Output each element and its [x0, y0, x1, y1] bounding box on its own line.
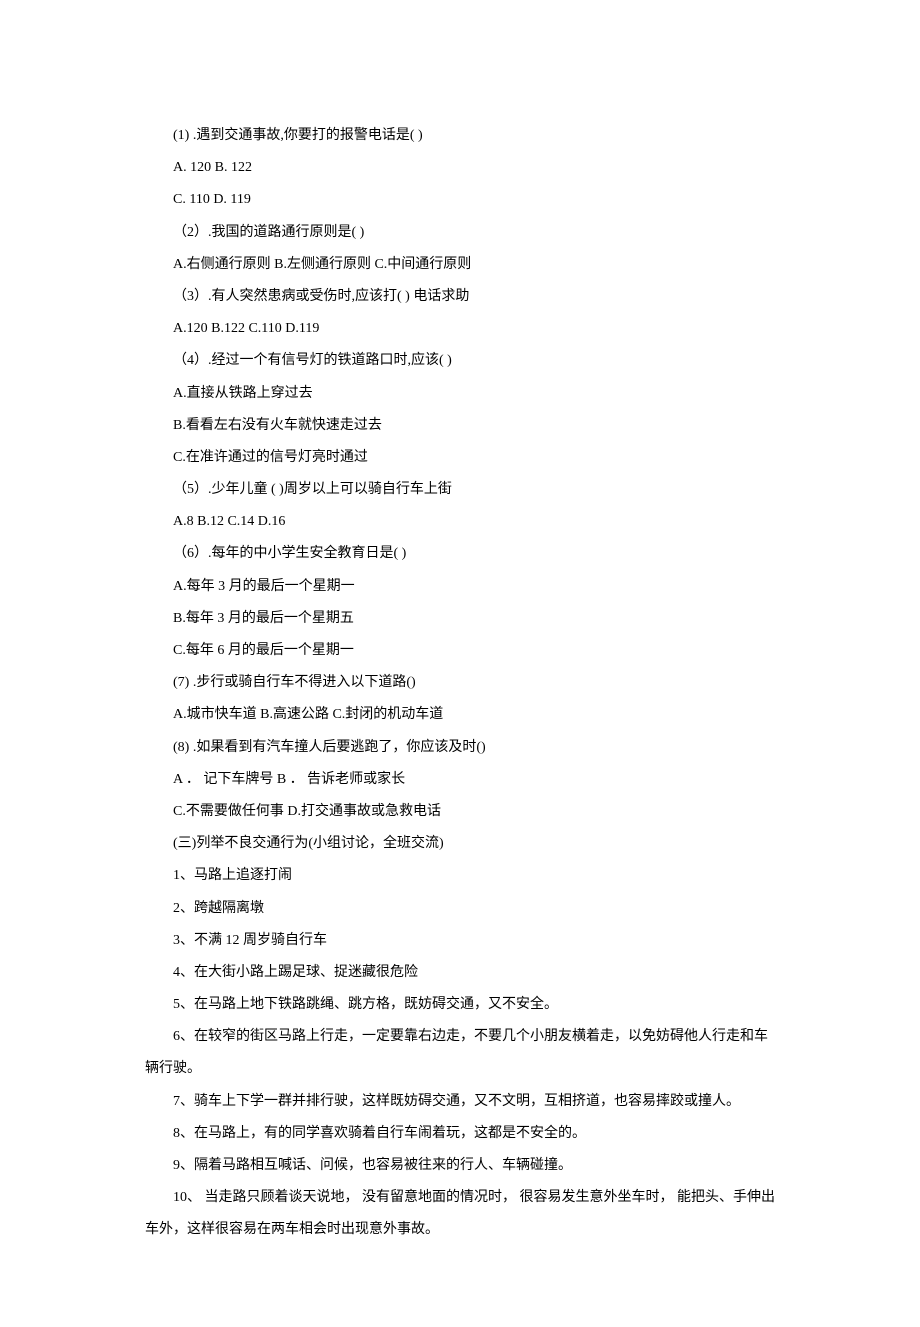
text-line: 6、在较窄的街区马路上行走，一定要靠右边走，不要几个小朋友横着走，以免妨碍他人行…: [145, 1021, 775, 1085]
document-body: (1) .遇到交通事故,你要打的报警电话是( ) A. 120 B. 122 C…: [145, 120, 775, 1247]
text-line: 7、骑车上下学一群并排行驶，这样既妨碍交通，又不文明，互相挤道，也容易摔跤或撞人…: [145, 1086, 775, 1118]
text-line: 5、在马路上地下铁路跳绳、跳方格，既妨碍交通，又不安全。: [145, 989, 775, 1021]
text-line: A.直接从铁路上穿过去: [145, 378, 775, 410]
text-line: （3）.有人突然患病或受伤时,应该打( ) 电话求助: [145, 281, 775, 313]
text-line: A. 120 B. 122: [145, 152, 775, 184]
text-line: B.每年 3 月的最后一个星期五: [145, 603, 775, 635]
text-line: A ． 记下车牌号 B ． 告诉老师或家长: [145, 764, 775, 796]
text-line: C.不需要做任何事 D.打交通事故或急救电话: [145, 796, 775, 828]
text-line: C. 110 D. 119: [145, 184, 775, 216]
text-line: C.在准许通过的信号灯亮时通过: [145, 442, 775, 474]
text-line: 8、在马路上，有的同学喜欢骑着自行车闹着玩，这都是不安全的。: [145, 1118, 775, 1150]
text-line: A.城市快车道 B.高速公路 C.封闭的机动车道: [145, 699, 775, 731]
text-line: （2）.我国的道路通行原则是( ): [145, 217, 775, 249]
text-line: A.8 B.12 C.14 D.16: [145, 506, 775, 538]
text-line: B.看看左右没有火车就快速走过去: [145, 410, 775, 442]
text-line: (8) .如果看到有汽车撞人后要逃跑了，你应该及时(): [145, 732, 775, 764]
text-line: A.120 B.122 C.110 D.119: [145, 313, 775, 345]
text-line: 9、隔着马路相互喊话、问候，也容易被往来的行人、车辆碰撞。: [145, 1150, 775, 1182]
text-line: 1、马路上追逐打闹: [145, 860, 775, 892]
text-line: (7) .步行或骑自行车不得进入以下道路(): [145, 667, 775, 699]
text-line: (1) .遇到交通事故,你要打的报警电话是( ): [145, 120, 775, 152]
text-line: （5）.少年儿童 ( )周岁以上可以骑自行车上街: [145, 474, 775, 506]
text-line: 2、跨越隔离墩: [145, 893, 775, 925]
text-line: 3、不满 12 周岁骑自行车: [145, 925, 775, 957]
text-line: 4、在大街小路上踢足球、捉迷藏很危险: [145, 957, 775, 989]
text-line: (三)列举不良交通行为(小组讨论，全班交流): [145, 828, 775, 860]
text-line: 10、 当走路只顾着谈天说地， 没有留意地面的情况时， 很容易发生意外坐车时， …: [145, 1182, 775, 1246]
text-line: （6）.每年的中小学生安全教育日是( ): [145, 538, 775, 570]
text-line: C.每年 6 月的最后一个星期一: [145, 635, 775, 667]
text-line: （4）.经过一个有信号灯的铁道路口时,应该( ): [145, 345, 775, 377]
text-line: A.每年 3 月的最后一个星期一: [145, 571, 775, 603]
text-line: A.右侧通行原则 B.左侧通行原则 C.中间通行原则: [145, 249, 775, 281]
